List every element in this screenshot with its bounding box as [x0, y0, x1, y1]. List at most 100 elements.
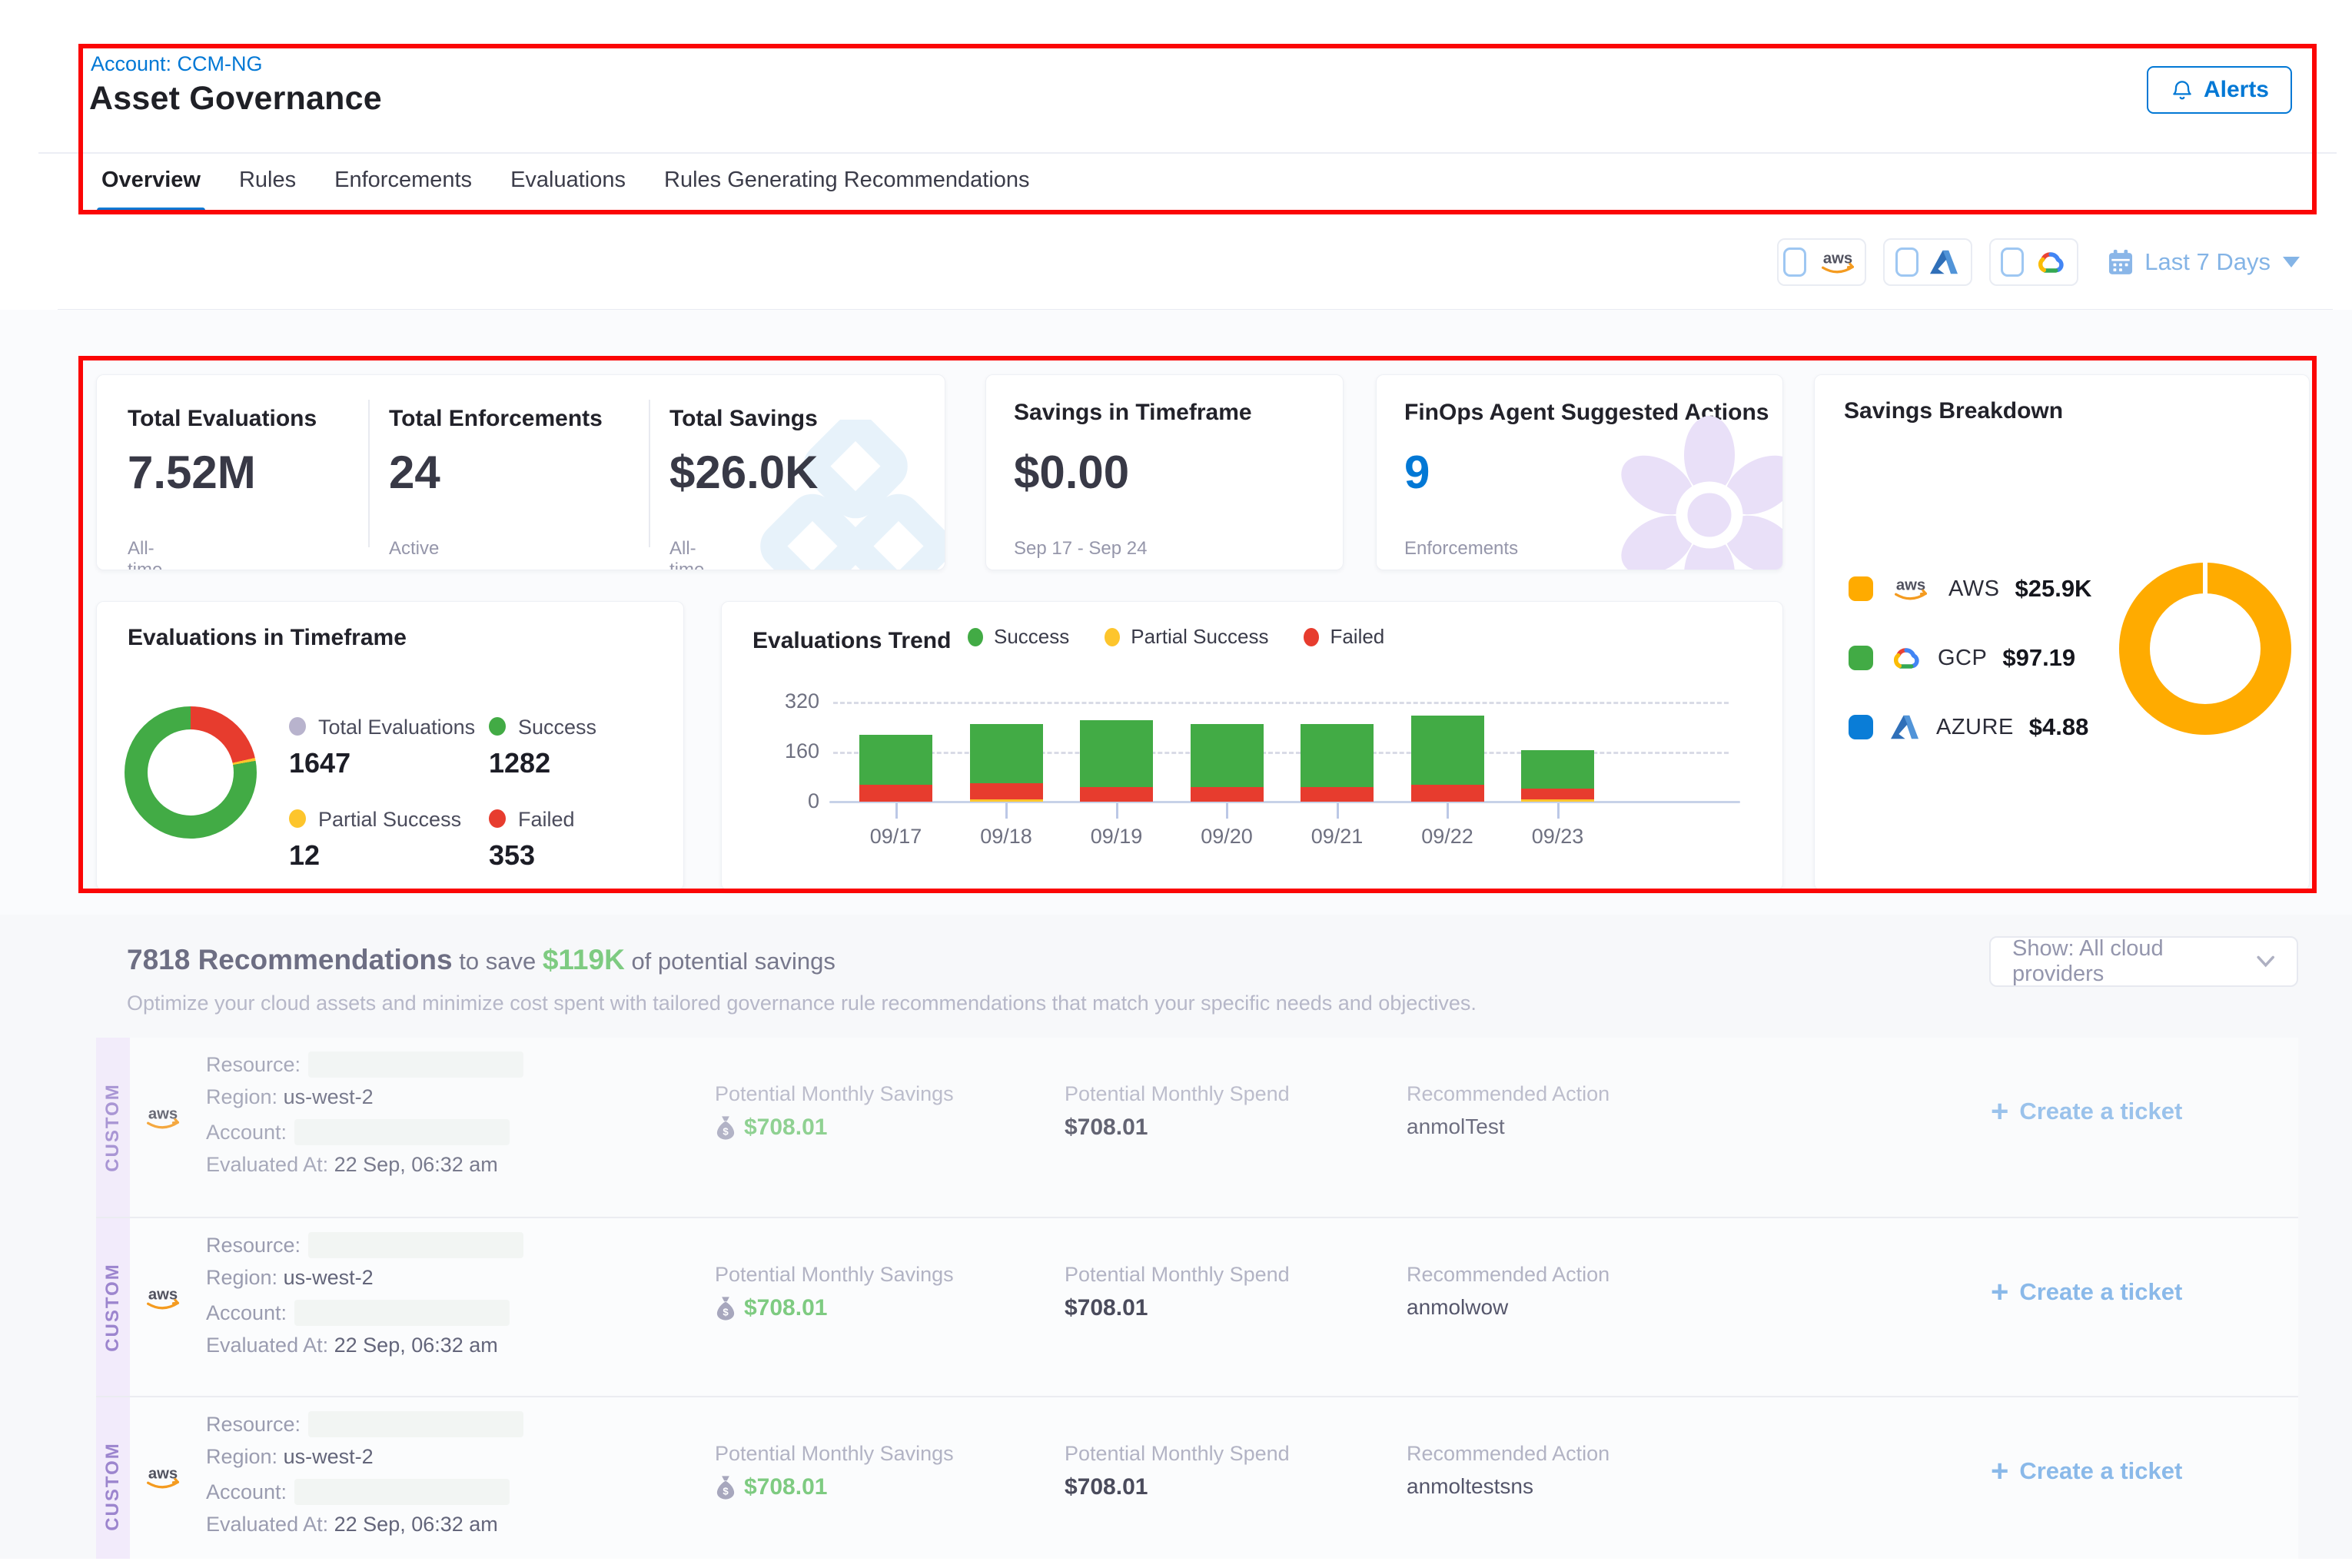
recommendations-list: CUSTOM aws Resource: Region: us-west-2 Accou… — [96, 1038, 2298, 1559]
savings-amount: $708.01 — [744, 1115, 827, 1141]
page-title: Asset Governance — [89, 80, 382, 118]
bar-segment — [1301, 787, 1374, 802]
create-ticket-button[interactable]: +Create a ticket — [1991, 1278, 2182, 1306]
savings-breakdown-donut-chart[interactable] — [2119, 563, 2291, 735]
tab-enforcements[interactable]: Enforcements — [334, 168, 472, 213]
azure-icon — [1928, 248, 1960, 276]
detail-label: Resource: — [206, 1234, 301, 1257]
caret-down-icon — [2283, 257, 2300, 267]
detail-evaluated-at-: Evaluated At: 22 Sep, 06:32 am — [206, 1513, 498, 1536]
custom-tag-badge: CUSTOM — [96, 1218, 130, 1396]
savings-breakdown-card: Savings Breakdown awsAWS$25.9KGCP$97.19A… — [1814, 374, 2310, 891]
stat-caption: Active — [389, 538, 439, 560]
bar-segment — [1521, 789, 1594, 799]
create-ticket-button[interactable]: +Create a ticket — [1991, 1098, 2182, 1125]
y-axis-tick-label: 0 — [764, 789, 819, 813]
evaluations-trend-card: Evaluations Trend SuccessPartial Success… — [721, 601, 1783, 891]
create-ticket-label: Create a ticket — [2019, 1098, 2182, 1125]
breadcrumb-account-link[interactable]: Account: CCM-NG — [91, 52, 263, 76]
row-provider-logo: aws — [141, 1463, 185, 1496]
tab-rules[interactable]: Rules — [239, 168, 296, 213]
bar-segment — [1191, 787, 1264, 802]
provider-toggle-aws[interactable]: aws — [1777, 238, 1866, 286]
gcp-checkbox[interactable] — [2001, 247, 2024, 277]
recommendations-heading: 7818 Recommendations to save $119K of po… — [127, 944, 835, 976]
x-axis-tick-label: 09/20 — [1173, 825, 1281, 849]
bar-segment — [1191, 724, 1264, 786]
date-range-picker[interactable]: Last 7 Days — [2106, 247, 2300, 277]
provider-toggle-gcp[interactable] — [1989, 238, 2078, 286]
potential-monthly-savings-value: $$708.01 — [715, 1474, 827, 1500]
potential-monthly-spend-value: $708.01 — [1065, 1474, 1148, 1500]
evaluations-donut-chart[interactable] — [125, 706, 257, 839]
trend-bar-09-21[interactable] — [1301, 724, 1374, 802]
detail-label: Region: — [206, 1266, 277, 1289]
plus-icon: + — [1991, 1460, 2008, 1483]
bar-segment — [859, 785, 932, 802]
detail-value: 22 Sep, 06:32 am — [334, 1334, 498, 1357]
provider-toggle-azure[interactable] — [1883, 238, 1972, 286]
aws-checkbox[interactable] — [1783, 247, 1806, 277]
recommended-action-label: Recommended Action — [1407, 1082, 1610, 1106]
provider-savings-value: $97.19 — [2002, 644, 2075, 672]
tab-rules-generating-recommendations[interactable]: Rules Generating Recommendations — [664, 168, 1030, 213]
detail-label: Resource: — [206, 1053, 301, 1076]
tab-overview[interactable]: Overview — [101, 168, 201, 213]
potential-savings-amount: $119K — [543, 944, 625, 975]
money-bag-icon: $ — [715, 1475, 736, 1500]
trend-bar-09-19[interactable] — [1080, 720, 1153, 802]
potential-monthly-savings-label: Potential Monthly Savings — [715, 1442, 954, 1466]
alerts-button[interactable]: Alerts — [2147, 66, 2292, 114]
trend-bar-09-17[interactable] — [859, 735, 932, 802]
create-ticket-button[interactable]: +Create a ticket — [1991, 1457, 2182, 1485]
finops-actions-title: FinOps Agent Suggested Actions — [1404, 400, 1769, 426]
x-axis-tick-label: 09/17 — [842, 825, 950, 849]
y-axis-tick-label: 320 — [764, 689, 819, 713]
aws-icon: aws — [141, 1104, 185, 1132]
evaluations-trend-chart[interactable]: 016032009/1709/1809/1909/2009/2109/2209/… — [722, 602, 1782, 890]
trend-bar-09-18[interactable] — [970, 724, 1043, 802]
x-axis-tick-label: 09/21 — [1284, 825, 1391, 849]
provider-name: AZURE — [1936, 715, 2014, 740]
gcp-icon — [1889, 646, 1922, 671]
custom-tag-badge: CUSTOM — [96, 1038, 130, 1217]
recommendation-row[interactable]: CUSTOMawsResource:Region: us-west-2Accou… — [96, 1396, 2298, 1559]
stat-divider — [368, 400, 370, 547]
detail-account-: Account: — [206, 1119, 510, 1145]
azure-checkbox[interactable] — [1895, 247, 1918, 277]
detail-label: Account: — [206, 1480, 287, 1503]
stat-label: Total Enforcements — [389, 406, 603, 432]
detail-evaluated-at-: Evaluated At: 22 Sep, 06:32 am — [206, 1334, 498, 1357]
x-axis-tick — [1337, 803, 1339, 819]
detail-resource-: Resource: — [206, 1411, 523, 1437]
detail-region-: Region: us-west-2 — [206, 1445, 374, 1469]
recommended-action-label: Recommended Action — [1407, 1442, 1610, 1466]
recommendation-row[interactable]: CUSTOMawsResource:Region: us-west-2Accou… — [96, 1038, 2298, 1217]
eval-legend-failed: Failed353 — [489, 808, 575, 872]
x-axis-tick — [1226, 803, 1228, 819]
x-axis-tick-label: 09/23 — [1504, 825, 1612, 849]
create-ticket-label: Create a ticket — [2019, 1278, 2182, 1306]
donut-hole — [148, 729, 234, 816]
bar-segment — [970, 783, 1043, 799]
detail-label: Region: — [206, 1445, 277, 1468]
heading-mid: to save — [459, 948, 536, 975]
tab-evaluations[interactable]: Evaluations — [510, 168, 626, 213]
bar-segment — [859, 735, 932, 785]
trend-bar-09-23[interactable] — [1521, 750, 1594, 802]
recommendation-row[interactable]: CUSTOMawsResource:Region: us-west-2Accou… — [96, 1217, 2298, 1396]
trend-bar-09-20[interactable] — [1191, 724, 1264, 802]
stat-label: Total Evaluations — [128, 406, 317, 432]
gridline-y320 — [833, 702, 1729, 704]
cloud-provider-filter-dropdown[interactable]: Show: All cloud providers — [1989, 936, 2298, 987]
detail-value: 22 Sep, 06:32 am — [334, 1513, 498, 1536]
donut-hole — [2150, 593, 2261, 704]
x-axis-tick-label: 09/18 — [952, 825, 1060, 849]
bar-segment — [1301, 724, 1374, 786]
trend-bar-09-22[interactable] — [1411, 716, 1484, 802]
savings-breakdown-title: Savings Breakdown — [1844, 398, 2063, 424]
money-bag-icon: $ — [715, 1296, 736, 1321]
legend-value: 1282 — [489, 747, 596, 779]
breakdown-legend-azure: AZURE$4.88 — [1849, 706, 2088, 749]
legend-dot-icon — [289, 717, 306, 736]
